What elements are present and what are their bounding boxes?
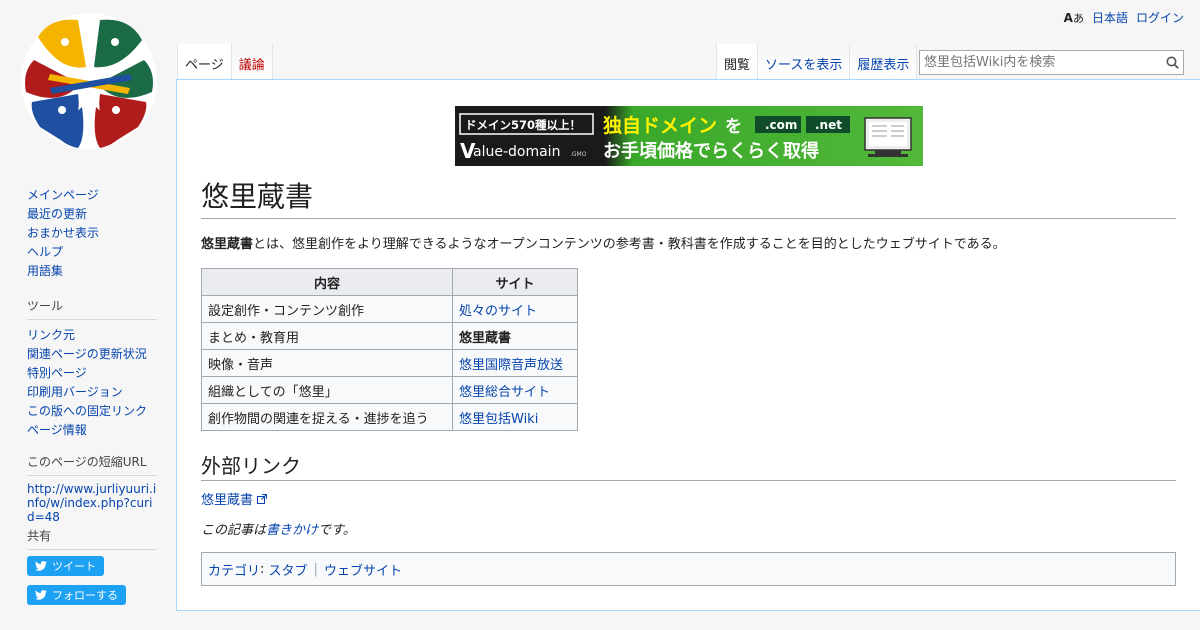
category-website[interactable]: ウェブサイト xyxy=(324,560,402,579)
sidebar-item-main-page[interactable]: メインページ xyxy=(27,188,99,202)
personal-tools: Aあ 日本語 ログイン xyxy=(1064,9,1184,26)
tab-history[interactable]: 履歴表示 xyxy=(850,44,918,80)
view-tabs: 閲覧 ソースを表示 履歴表示 xyxy=(716,44,918,80)
tab-view-source[interactable]: ソースを表示 xyxy=(758,44,851,80)
search-icon[interactable] xyxy=(1161,52,1183,74)
tweet-button[interactable]: ツイート xyxy=(27,556,104,576)
tools-heading: ツール xyxy=(27,297,157,320)
table-cell-content: 映像・音声 xyxy=(201,349,453,377)
sidebar-tools: ツール リンク元 関連ページの更新状況 特別ページ 印刷用バージョン この版への… xyxy=(27,297,157,440)
table-cell-site-link[interactable]: 処々のサイト xyxy=(459,304,537,319)
banner-net: .net xyxy=(815,118,842,132)
table-cell-content: 創作物間の関連を捉える・進捗を追う xyxy=(201,403,453,431)
search-input[interactable] xyxy=(920,51,1161,74)
namespace-tabs: ページ 議論 xyxy=(177,44,273,80)
table-cell-content: 設定創作・コンテンツ創作 xyxy=(201,295,453,323)
table-cell-site-link[interactable]: 悠里国際音声放送 xyxy=(459,358,563,373)
language-icon[interactable]: Aあ xyxy=(1064,10,1084,26)
sidebar-item-recent-changes[interactable]: 最近の更新 xyxy=(27,207,87,221)
sidebar-share: 共有 ツイート フォローする xyxy=(27,527,157,614)
banner-com: .com xyxy=(765,118,797,132)
sidebar-item-what-links-here[interactable]: リンク元 xyxy=(27,328,75,342)
sidebar-item-page-info[interactable]: ページ情報 xyxy=(27,423,87,437)
category-stub[interactable]: スタブ xyxy=(269,560,308,579)
external-link-icon xyxy=(257,494,268,504)
table-row: 映像・音声 悠里国際音声放送 xyxy=(201,349,578,377)
follow-label: フォローする xyxy=(52,589,118,602)
site-table: 内容 サイト 設定創作・コンテンツ創作 処々のサイト まとめ・教育用 悠里蔵書 … xyxy=(201,268,578,431)
sidebar-item-help[interactable]: ヘルプ xyxy=(27,245,63,259)
intro-text: とは、悠里創作をより理解できるようなオープンコンテンツの参考書・教科書を作成する… xyxy=(253,237,1006,252)
tab-page[interactable]: ページ xyxy=(177,44,232,80)
table-row: まとめ・教育用 悠里蔵書 xyxy=(201,322,578,350)
login-link[interactable]: ログイン xyxy=(1136,9,1184,26)
sidebar-item-glossary[interactable]: 用語集 xyxy=(27,264,63,278)
banner-brand-sub: .GMO xyxy=(570,151,587,158)
category-links: カテゴリ: スタブ | ウェブサイト xyxy=(201,552,1176,586)
main-content: ドメイン570種以上！ V alue-domain .GMO 独自ドメイン を … xyxy=(176,79,1200,611)
sidebar-item-related-changes[interactable]: 関連ページの更新状況 xyxy=(27,347,147,361)
share-heading: 共有 xyxy=(27,527,157,550)
twitter-bird-icon xyxy=(35,561,47,571)
table-cell-content: まとめ・教育用 xyxy=(201,322,453,350)
table-header-site: サイト xyxy=(452,268,578,296)
short-url-link[interactable]: http://www.jurliyuuri.info/w/index.php?c… xyxy=(27,482,157,524)
table-header-content: 内容 xyxy=(201,268,453,296)
banner-headline-2: お手頃価格でらくらく取得 xyxy=(603,140,819,162)
table-row: 設定創作・コンテンツ創作 処々のサイト xyxy=(201,295,578,323)
tab-talk[interactable]: 議論 xyxy=(231,44,273,80)
stub-link[interactable]: 書きかけ xyxy=(266,523,318,538)
search-box xyxy=(919,50,1184,75)
banner-headline-1b: を xyxy=(725,117,742,137)
banner-badge: ドメイン570種以上！ xyxy=(465,118,581,132)
follow-button[interactable]: フォローする xyxy=(27,585,126,605)
external-links-heading: 外部リンク xyxy=(201,452,1176,481)
stub-notice: この記事は書きかけです。 xyxy=(201,523,356,538)
ad-banner[interactable]: ドメイン570種以上！ V alue-domain .GMO 独自ドメイン を … xyxy=(455,106,923,166)
intro-paragraph: 悠里蔵書とは、悠里創作をより理解できるようなオープンコンテンツの参考書・教科書を… xyxy=(201,235,1006,255)
tab-read[interactable]: 閲覧 xyxy=(716,44,759,80)
table-row: 創作物間の関連を捉える・進捗を追う 悠里包括Wiki xyxy=(201,403,578,431)
banner-brand: alue-domain xyxy=(473,144,560,160)
sidebar-navigation: メインページ 最近の更新 おまかせ表示 ヘルプ 用語集 xyxy=(27,186,157,281)
page-title: 悠里蔵書 xyxy=(201,178,1176,219)
table-cell-content: 組織としての「悠里」 xyxy=(201,376,453,404)
twitter-bird-icon xyxy=(35,590,47,600)
sidebar-item-random[interactable]: おまかせ表示 xyxy=(27,226,99,240)
sidebar-short-url: このページの短縮URL http://www.jurliyuuri.info/w… xyxy=(27,453,157,524)
external-link-row: 悠里蔵書 xyxy=(201,489,268,508)
tweet-label: ツイート xyxy=(52,560,96,573)
categories-label[interactable]: カテゴリ xyxy=(208,560,260,579)
site-logo[interactable] xyxy=(20,12,158,150)
sidebar-item-special-pages[interactable]: 特別ページ xyxy=(27,366,87,380)
intro-bold: 悠里蔵書 xyxy=(201,237,254,252)
sidebar-item-permalink[interactable]: この版への固定リンク xyxy=(27,404,147,418)
short-url-heading: このページの短縮URL xyxy=(27,453,157,476)
banner-headline-1: 独自ドメイン xyxy=(603,114,717,137)
external-link[interactable]: 悠里蔵書 xyxy=(201,493,253,508)
table-cell-site-current: 悠里蔵書 xyxy=(459,330,512,346)
language-link[interactable]: 日本語 xyxy=(1092,9,1128,26)
table-row: 組織としての「悠里」 悠里総合サイト xyxy=(201,376,578,404)
table-cell-site-link[interactable]: 悠里総合サイト xyxy=(459,385,550,400)
sidebar-item-printable[interactable]: 印刷用バージョン xyxy=(27,385,123,399)
category-separator: | xyxy=(313,561,318,577)
table-cell-site-link[interactable]: 悠里包括Wiki xyxy=(459,412,538,427)
